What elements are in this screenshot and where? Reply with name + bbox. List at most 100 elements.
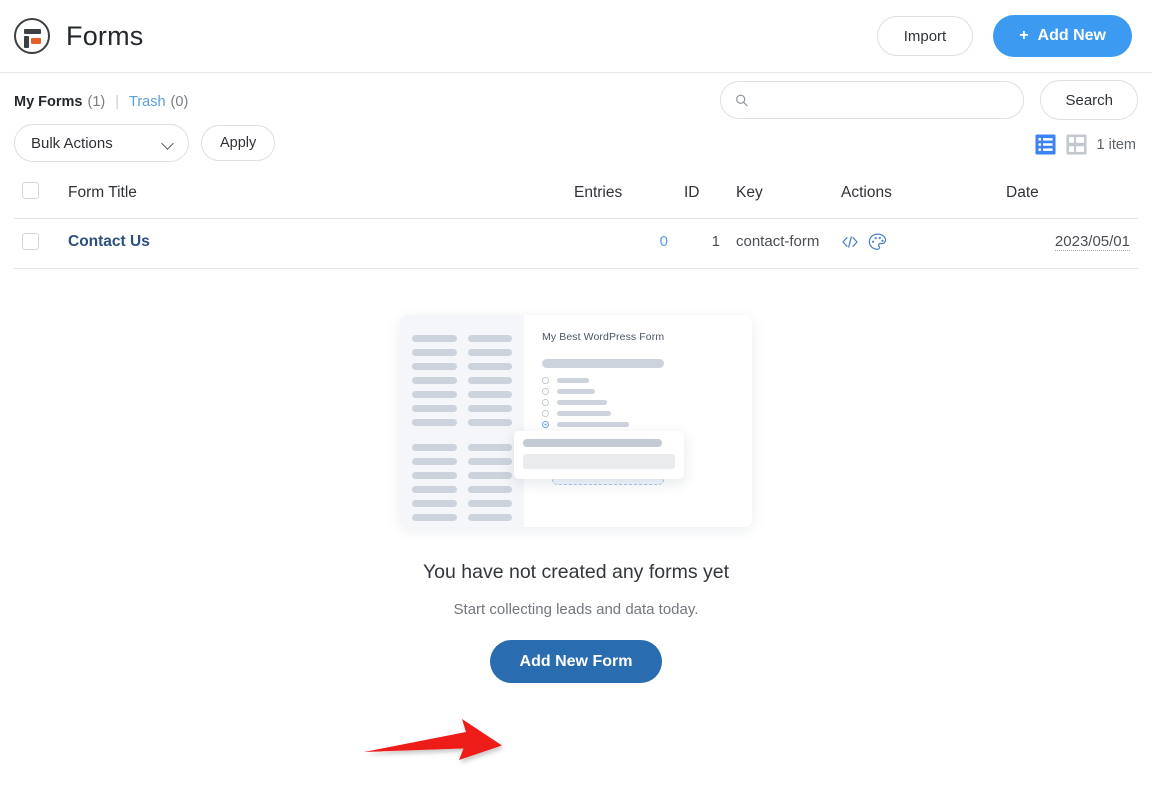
- plus-icon: +: [1019, 27, 1029, 44]
- add-new-button-label: Add New: [1037, 27, 1106, 44]
- page-content: My Forms (1) | Trash (0) Bulk Actions Ap…: [0, 73, 1152, 683]
- empty-state: My Best WordPress Form You have not crea…: [14, 315, 1138, 683]
- radio-icon: [542, 388, 549, 395]
- skeleton-bar: [467, 458, 512, 465]
- logo-bar-top: [24, 28, 41, 34]
- apply-button[interactable]: Apply: [201, 125, 276, 161]
- search-box[interactable]: [720, 81, 1025, 119]
- skeleton-column-left: [412, 444, 457, 521]
- illustration-radio-row-selected: [542, 421, 734, 428]
- radio-label-bar: [556, 377, 589, 383]
- excerpt-view-icon[interactable]: [1065, 134, 1087, 155]
- add-new-button[interactable]: + Add New: [993, 15, 1132, 57]
- row-action-icons: [841, 233, 990, 251]
- skeleton-bar: [412, 458, 457, 465]
- skeleton-bar: [467, 472, 512, 479]
- radio-selected-icon: [542, 421, 549, 428]
- brand: Forms: [14, 18, 144, 54]
- radio-icon: [542, 410, 549, 417]
- subnav-trash-count: (0): [170, 94, 189, 110]
- skeleton-bar: [412, 500, 457, 507]
- select-all-checkbox[interactable]: [22, 182, 39, 199]
- item-count-label: 1 item: [1096, 136, 1137, 153]
- row-checkbox[interactable]: [22, 233, 39, 250]
- floating-card-label-bar: [523, 439, 662, 447]
- skeleton-bar: [467, 486, 512, 493]
- page-title: Forms: [66, 20, 144, 51]
- bulk-actions-selected-label: Bulk Actions: [31, 134, 113, 152]
- chevron-down-icon: [161, 137, 174, 150]
- skeleton-bar: [412, 391, 457, 398]
- shortcode-icon[interactable]: [841, 234, 859, 250]
- illustration-form-title: My Best WordPress Form: [542, 331, 665, 343]
- add-new-form-button[interactable]: Add New Form: [489, 640, 663, 683]
- logo-bar-orange: [31, 37, 41, 44]
- subnav-separator: |: [115, 94, 120, 110]
- illustration-sidebar-panel: [400, 315, 524, 527]
- skeleton-bar: [467, 500, 512, 507]
- skeleton-bar: [412, 472, 457, 479]
- column-header-entries[interactable]: Entries: [566, 176, 676, 219]
- skeleton-bar: [412, 405, 457, 412]
- logo-bar-left: [24, 35, 29, 48]
- subnav-my-forms-count: (1): [87, 94, 106, 110]
- row-date-cell: 2023/05/01: [998, 218, 1138, 269]
- illustration-heading-bar: [542, 359, 664, 368]
- palette-icon[interactable]: [868, 233, 887, 251]
- import-button[interactable]: Import: [876, 16, 974, 56]
- skeleton-bar: [467, 391, 512, 398]
- skeleton-bar: [467, 335, 512, 342]
- skeleton-group-top: [412, 335, 512, 426]
- radio-label-bar: [556, 421, 629, 427]
- subnav-trash[interactable]: Trash: [129, 94, 166, 110]
- search-button[interactable]: Search: [1040, 80, 1138, 120]
- table-row: Contact Us 0 1 contact-form 2023/05/01: [14, 218, 1138, 269]
- skeleton-bar: [467, 377, 512, 384]
- skeleton-bar: [467, 419, 512, 426]
- row-key-cell: contact-form: [728, 218, 833, 269]
- illustration-radio-row: [542, 388, 734, 395]
- skeleton-bar: [412, 335, 457, 342]
- skeleton-bar: [412, 514, 457, 521]
- skeleton-column-right: [467, 444, 512, 521]
- skeleton-bar: [467, 514, 512, 521]
- skeleton-group-bottom: [412, 444, 512, 521]
- radio-label-bar: [556, 410, 611, 416]
- illustration-form-preview: My Best WordPress Form: [524, 315, 752, 527]
- search-input[interactable]: [757, 91, 1010, 109]
- skeleton-bar: [412, 363, 457, 370]
- skeleton-column-right: [467, 335, 512, 426]
- search-area: Search 1 item: [720, 80, 1138, 155]
- column-header-actions: Actions: [833, 176, 998, 219]
- radio-icon: [542, 377, 549, 384]
- skeleton-bar: [412, 444, 457, 451]
- app-header: Forms Import + Add New: [0, 0, 1152, 73]
- row-select-cell: [14, 218, 60, 269]
- illustration-radio-row: [542, 399, 734, 406]
- illustration-radio-row: [542, 377, 734, 384]
- list-view-icon[interactable]: [1034, 134, 1056, 155]
- column-header-form-title[interactable]: Form Title: [60, 176, 566, 219]
- bulk-actions-select[interactable]: Bulk Actions: [14, 124, 189, 162]
- radio-label-bar: [556, 399, 607, 405]
- entries-link[interactable]: 0: [660, 233, 668, 250]
- red-arrow-icon: [364, 719, 502, 760]
- select-all-header: [14, 176, 60, 219]
- skeleton-column-left: [412, 335, 457, 426]
- subnav-my-forms[interactable]: My Forms: [14, 94, 83, 110]
- forms-table: Form Title Entries ID Key Actions Date C…: [14, 176, 1138, 269]
- skeleton-bar: [412, 349, 457, 356]
- header-actions: Import + Add New: [876, 15, 1132, 57]
- skeleton-bar: [412, 486, 457, 493]
- column-header-key[interactable]: Key: [728, 176, 833, 219]
- column-header-date[interactable]: Date: [998, 176, 1138, 219]
- row-id-cell: 1: [676, 218, 728, 269]
- column-header-id[interactable]: ID: [676, 176, 728, 219]
- form-title-link[interactable]: Contact Us: [68, 233, 150, 250]
- forms-table-body: Contact Us 0 1 contact-form 2023/05/01: [14, 218, 1138, 269]
- row-form-title-cell: Contact Us: [60, 218, 566, 269]
- skeleton-bar: [467, 363, 512, 370]
- skeleton-bar: [412, 377, 457, 384]
- empty-state-illustration: My Best WordPress Form: [400, 315, 752, 527]
- radio-label-bar: [556, 388, 595, 394]
